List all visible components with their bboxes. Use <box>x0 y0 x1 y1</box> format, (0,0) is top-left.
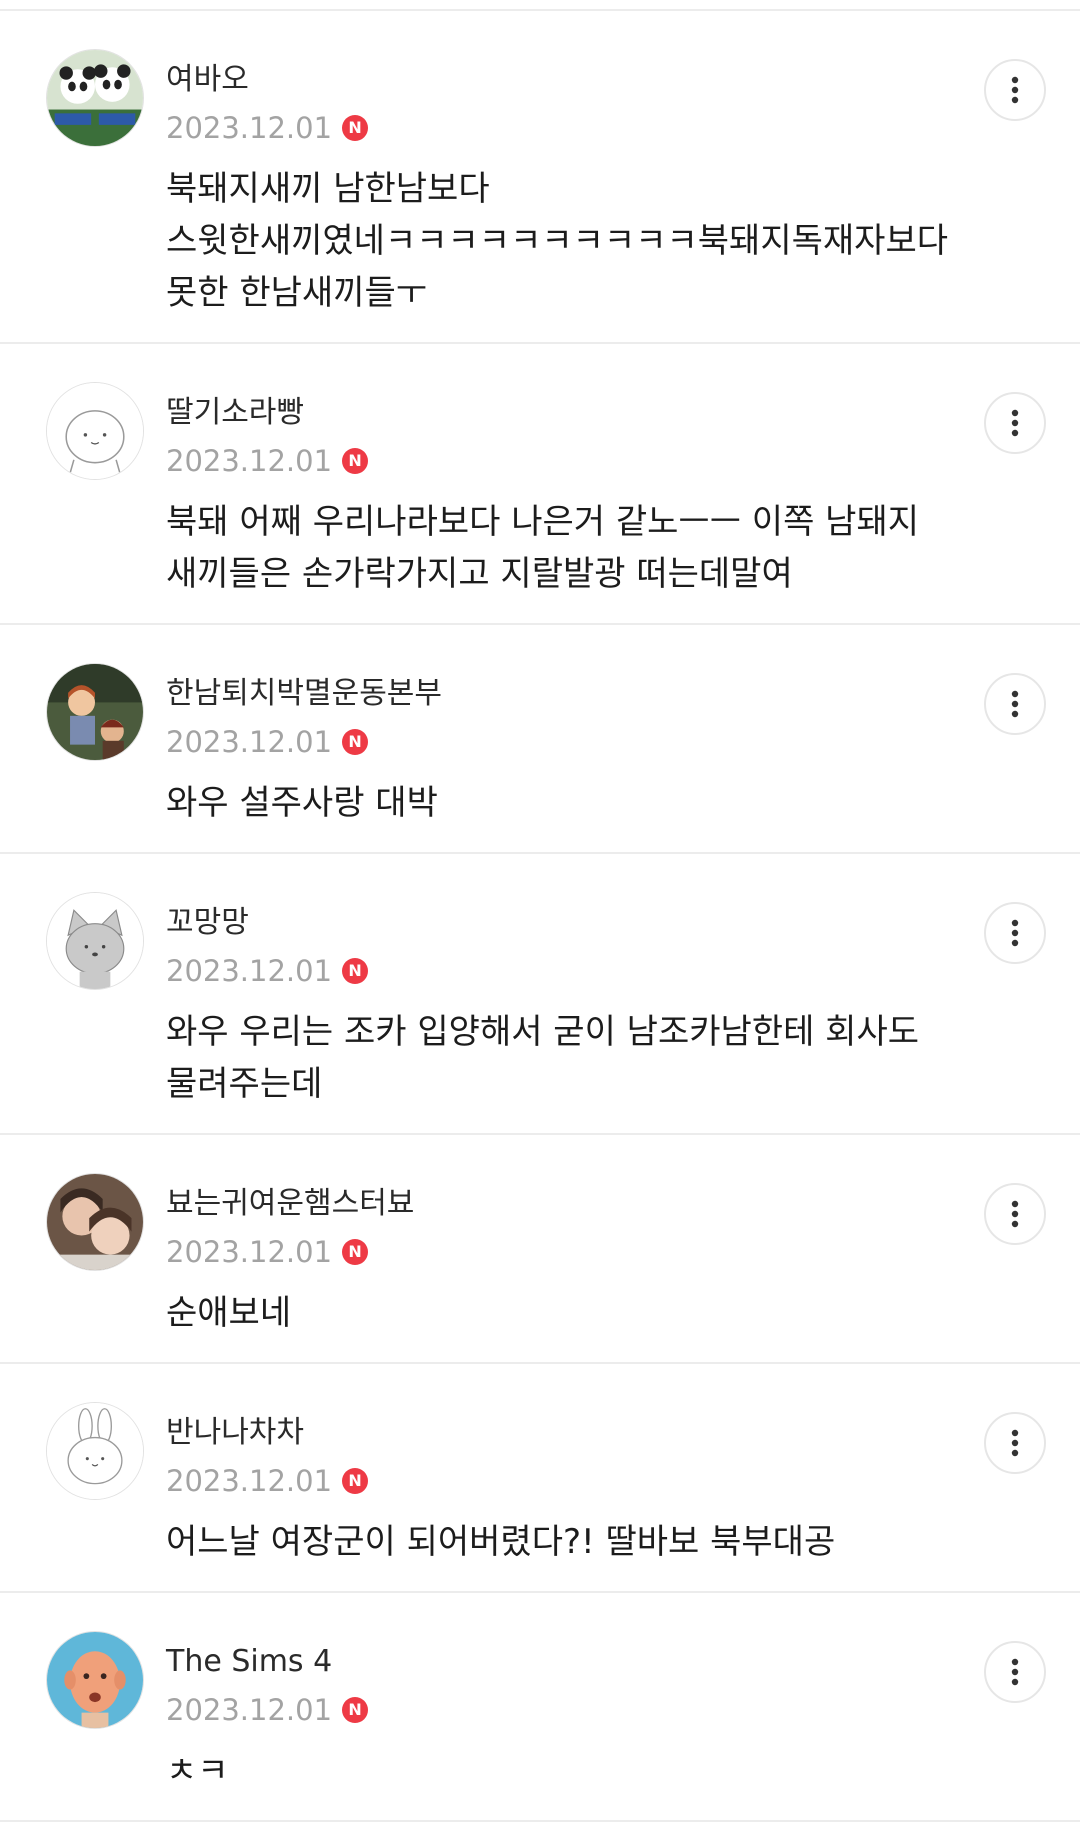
comment-text-line: 북돼지새끼 남한남보다 <box>166 169 490 209</box>
comment-date: 2023.12.01 <box>166 725 333 759</box>
more-options-button[interactable] <box>984 1412 1046 1474</box>
nickname[interactable]: 여바오 <box>166 61 249 99</box>
comment-body: ㅊㅋ <box>166 1745 1006 1833</box>
comment-item: 여바오 2023.12.01 N 북돼지새끼 남한남보다 스윗한새끼였네ㅋㅋㅋㅋ… <box>0 11 1080 344</box>
more-vertical-icon <box>1011 76 1019 104</box>
comment-date: 2023.12.01 <box>166 444 333 478</box>
nickname[interactable]: 한남퇴치박멸운동본부 <box>166 675 442 713</box>
avatar[interactable] <box>46 1631 144 1729</box>
date-row: 2023.12.01 N <box>166 952 369 990</box>
comment-date: 2023.12.01 <box>166 111 333 145</box>
new-badge-icon: N <box>342 958 369 984</box>
nickname[interactable]: 뵤는귀여운햄스터뵤 <box>166 1185 414 1223</box>
more-options-button[interactable] <box>984 902 1046 964</box>
nickname[interactable]: 반나나차차 <box>166 1414 304 1452</box>
date-row: 2023.12.01 N <box>166 109 369 147</box>
comment-text-line: 와우 설주사랑 대박 <box>166 783 438 823</box>
avatar[interactable] <box>46 892 144 990</box>
nickname[interactable]: The Sims 4 <box>166 1643 332 1681</box>
comment-item: The Sims 4 2023.12.01 N ㅊㅋ <box>0 1593 1080 1822</box>
date-row: 2023.12.01 N <box>166 442 369 480</box>
avatar[interactable] <box>46 1402 144 1500</box>
more-options-button[interactable] <box>984 1641 1046 1703</box>
more-vertical-icon <box>1011 1658 1019 1686</box>
comment-text-line: 스윗한새끼였네ㅋㅋㅋㅋㅋㅋㅋㅋㅋㅋ북돼지독재자보다 <box>166 221 948 261</box>
cat-avatar-icon <box>47 893 143 989</box>
more-vertical-icon <box>1011 1429 1019 1457</box>
comment-date: 2023.12.01 <box>166 954 333 988</box>
new-badge-icon: N <box>342 729 369 755</box>
new-badge-icon: N <box>342 1697 369 1723</box>
more-options-button[interactable] <box>984 59 1046 121</box>
more-vertical-icon <box>1011 1200 1019 1228</box>
comment-body: 순애보네 <box>166 1287 1006 1375</box>
date-row: 2023.12.01 N <box>166 1233 369 1271</box>
more-vertical-icon <box>1011 690 1019 718</box>
comment-list: 여바오 2023.12.01 N 북돼지새끼 남한남보다 스윗한새끼였네ㅋㅋㅋㅋ… <box>0 9 1080 1822</box>
comment-body: 어느날 여장군이 되어버렸다?! 딸바보 북부대공 <box>166 1516 1006 1604</box>
comment-text-line: 못한 한남새끼들ㅜ <box>166 273 428 313</box>
photo-avatar-icon <box>47 1174 143 1270</box>
comment-date: 2023.12.01 <box>166 1693 333 1727</box>
comment-text-line: 와우 우리는 조카 입양해서 굳이 남조카남한테 회사도 <box>166 1012 920 1052</box>
comment-item: 딸기소라빵 2023.12.01 N 북돼 어째 우리나라보다 나은거 같노ㅡㅡ… <box>0 344 1080 625</box>
comment-date: 2023.12.01 <box>166 1464 333 1498</box>
comment-item: 반나나차차 2023.12.01 N 어느날 여장군이 되어버렸다?! 딸바보 … <box>0 1364 1080 1593</box>
comment-text-line: 어느날 여장군이 되어버렸다?! 딸바보 북부대공 <box>166 1522 836 1562</box>
comment-date: 2023.12.01 <box>166 1235 333 1269</box>
date-row: 2023.12.01 N <box>166 1691 369 1729</box>
new-badge-icon: N <box>342 1468 369 1494</box>
avatar[interactable] <box>46 382 144 480</box>
comment-body: 와우 우리는 조카 입양해서 굳이 남조카남한테 회사도 물려주는데 <box>166 1006 1006 1146</box>
comment-body: 북돼지새끼 남한남보다 스윗한새끼였네ㅋㅋㅋㅋㅋㅋㅋㅋㅋㅋ북돼지독재자보다 못한… <box>166 163 1006 355</box>
comment-text-line: 새끼들은 손가락가지고 지랄발광 떠는데말여 <box>166 554 793 594</box>
avatar[interactable] <box>46 663 144 761</box>
new-badge-icon: N <box>342 115 369 141</box>
more-vertical-icon <box>1011 409 1019 437</box>
comment-item: 한남퇴치박멸운동본부 2023.12.01 N 와우 설주사랑 대박 <box>0 625 1080 854</box>
more-options-button[interactable] <box>984 392 1046 454</box>
comment-item: 꼬망망 2023.12.01 N 와우 우리는 조카 입양해서 굳이 남조카남한… <box>0 854 1080 1135</box>
nickname[interactable]: 꼬망망 <box>166 904 249 942</box>
comment-body: 와우 설주사랑 대박 <box>166 777 1006 865</box>
comment-item: 뵤는귀여운햄스터뵤 2023.12.01 N 순애보네 <box>0 1135 1080 1364</box>
sims-avatar-icon <box>47 1632 143 1728</box>
more-options-button[interactable] <box>984 1183 1046 1245</box>
avatar[interactable] <box>46 1173 144 1271</box>
comment-body: 북돼 어째 우리나라보다 나은거 같노ㅡㅡ 이쪽 남돼지 새끼들은 손가락가지고… <box>166 496 1006 636</box>
default-avatar-icon <box>47 383 143 479</box>
illustration-avatar-icon <box>47 664 143 760</box>
new-badge-icon: N <box>342 448 369 474</box>
new-badge-icon: N <box>342 1239 369 1265</box>
comment-text-line: ㅊㅋ <box>166 1751 229 1791</box>
comment-text-line: 북돼 어째 우리나라보다 나은거 같노ㅡㅡ 이쪽 남돼지 <box>166 502 920 542</box>
comment-text-line: 순애보네 <box>166 1293 292 1333</box>
rabbit-avatar-icon <box>47 1403 143 1499</box>
avatar[interactable] <box>46 49 144 147</box>
panda-avatar-icon <box>47 50 143 146</box>
comment-text-line: 물려주는데 <box>166 1064 323 1104</box>
date-row: 2023.12.01 N <box>166 1462 369 1500</box>
nickname[interactable]: 딸기소라빵 <box>166 394 304 432</box>
more-vertical-icon <box>1011 919 1019 947</box>
more-options-button[interactable] <box>984 673 1046 735</box>
date-row: 2023.12.01 N <box>166 723 369 761</box>
